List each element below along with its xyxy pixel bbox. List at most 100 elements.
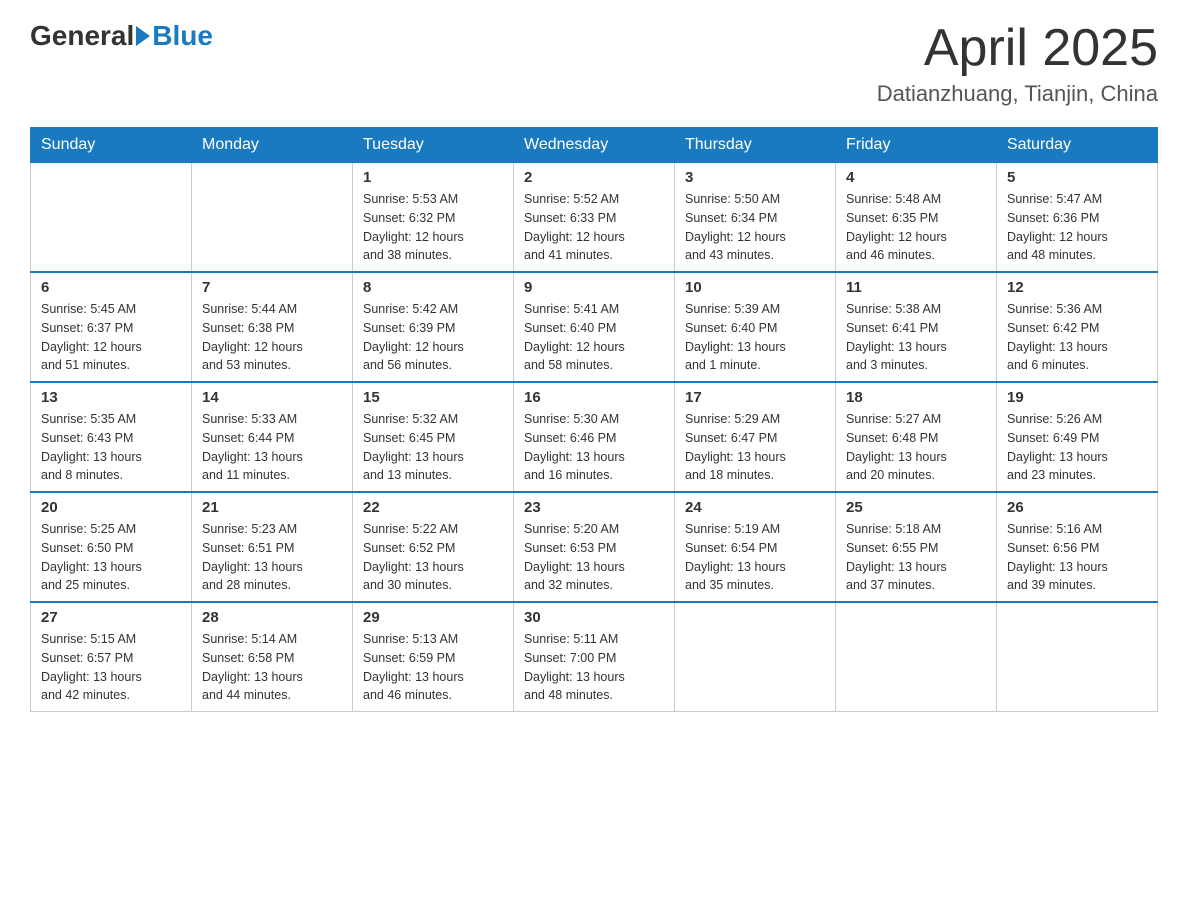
calendar-header-tuesday: Tuesday [353, 128, 514, 163]
day-number: 25 [846, 499, 986, 516]
calendar-week-row: 27Sunrise: 5:15 AMSunset: 6:57 PMDayligh… [31, 602, 1158, 712]
day-number: 30 [524, 609, 664, 626]
calendar-cell: 19 Sunrise: 5:26 AMSunset: 6:49 PMDayligh… [997, 382, 1158, 492]
calendar-cell: 9 Sunrise: 5:41 AMSunset: 6:40 PMDaylight… [514, 272, 675, 382]
day-info: Sunrise: 5:30 AMSunset: 6:46 PMDaylight:… [524, 410, 664, 485]
day-number: 21 [202, 499, 342, 516]
day-number: 5 [1007, 169, 1147, 186]
calendar-cell: 5Sunrise: 5:47 AMSunset: 6:36 PMDaylight… [997, 163, 1158, 273]
day-info: Sunrise: 5:35 AMSunset: 6:43 PMDaylight:… [41, 410, 181, 485]
day-info: Sunrise: 5:11 AMSunset: 7:00 PMDaylight:… [524, 630, 664, 705]
calendar-cell: 22 Sunrise: 5:22 AMSunset: 6:52 PMDayligh… [353, 492, 514, 602]
day-info: Sunrise: 5:36 AMSunset: 6:42 PMDaylight:… [1007, 300, 1147, 375]
day-number: 18 [846, 389, 986, 406]
calendar-cell: 18 Sunrise: 5:27 AMSunset: 6:48 PMDayligh… [836, 382, 997, 492]
logo-general-text: General [30, 20, 134, 52]
calendar-header-thursday: Thursday [675, 128, 836, 163]
day-info: Sunrise: 5:20 AMSunset: 6:53 PMDaylight:… [524, 520, 664, 595]
calendar-week-row: 6 Sunrise: 5:45 AMSunset: 6:37 PMDaylight… [31, 272, 1158, 382]
calendar-header-row: SundayMondayTuesdayWednesdayThursdayFrid… [31, 128, 1158, 163]
day-info: Sunrise: 5:48 AMSunset: 6:35 PMDaylight:… [846, 190, 986, 265]
day-number: 16 [524, 389, 664, 406]
logo-arrow-icon [136, 26, 150, 46]
day-info: Sunrise: 5:42 AMSunset: 6:39 PMDaylight:… [363, 300, 503, 375]
day-info: Sunrise: 5:16 AMSunset: 6:56 PMDaylight:… [1007, 520, 1147, 595]
calendar-cell: 13Sunrise: 5:35 AMSunset: 6:43 PMDayligh… [31, 382, 192, 492]
calendar-cell: 3 Sunrise: 5:50 AMSunset: 6:34 PMDaylight… [675, 163, 836, 273]
calendar-header-saturday: Saturday [997, 128, 1158, 163]
calendar-cell [675, 602, 836, 712]
calendar-cell: 20 Sunrise: 5:25 AMSunset: 6:50 PMDayligh… [31, 492, 192, 602]
day-number: 28 [202, 609, 342, 626]
day-number: 14 [202, 389, 342, 406]
calendar-cell: 14 Sunrise: 5:33 AMSunset: 6:44 PMDayligh… [192, 382, 353, 492]
calendar-cell: 4Sunrise: 5:48 AMSunset: 6:35 PMDaylight… [836, 163, 997, 273]
day-info: Sunrise: 5:26 AMSunset: 6:49 PMDaylight:… [1007, 410, 1147, 485]
day-info: Sunrise: 5:41 AMSunset: 6:40 PMDaylight:… [524, 300, 664, 375]
logo: General Blue [30, 20, 213, 52]
calendar-cell: 15 Sunrise: 5:32 AMSunset: 6:45 PMDayligh… [353, 382, 514, 492]
day-number: 7 [202, 279, 342, 296]
day-number: 12 [1007, 279, 1147, 296]
calendar-cell: 28 Sunrise: 5:14 AMSunset: 6:58 PMDayligh… [192, 602, 353, 712]
day-number: 6 [41, 279, 181, 296]
day-number: 10 [685, 279, 825, 296]
calendar-cell [192, 163, 353, 273]
day-number: 23 [524, 499, 664, 516]
month-title: April 2025 [877, 20, 1158, 77]
day-number: 8 [363, 279, 503, 296]
calendar-cell: 23 Sunrise: 5:20 AMSunset: 6:53 PMDayligh… [514, 492, 675, 602]
day-info: Sunrise: 5:50 AMSunset: 6:34 PMDaylight:… [685, 190, 825, 265]
day-number: 17 [685, 389, 825, 406]
calendar-cell: 25 Sunrise: 5:18 AMSunset: 6:55 PMDayligh… [836, 492, 997, 602]
day-number: 20 [41, 499, 181, 516]
calendar-cell: 2 Sunrise: 5:52 AMSunset: 6:33 PMDaylight… [514, 163, 675, 273]
day-info: Sunrise: 5:22 AMSunset: 6:52 PMDaylight:… [363, 520, 503, 595]
day-number: 2 [524, 169, 664, 186]
day-number: 19 [1007, 389, 1147, 406]
calendar-cell: 1Sunrise: 5:53 AMSunset: 6:32 PMDaylight… [353, 163, 514, 273]
calendar-cell: 16 Sunrise: 5:30 AMSunset: 6:46 PMDayligh… [514, 382, 675, 492]
day-info: Sunrise: 5:15 AMSunset: 6:57 PMDaylight:… [41, 630, 181, 705]
day-info: Sunrise: 5:13 AMSunset: 6:59 PMDaylight:… [363, 630, 503, 705]
calendar-cell [836, 602, 997, 712]
day-info: Sunrise: 5:18 AMSunset: 6:55 PMDaylight:… [846, 520, 986, 595]
day-info: Sunrise: 5:29 AMSunset: 6:47 PMDaylight:… [685, 410, 825, 485]
calendar-header-friday: Friday [836, 128, 997, 163]
day-number: 11 [846, 279, 986, 296]
day-info: Sunrise: 5:27 AMSunset: 6:48 PMDaylight:… [846, 410, 986, 485]
day-info: Sunrise: 5:52 AMSunset: 6:33 PMDaylight:… [524, 190, 664, 265]
calendar-cell [31, 163, 192, 273]
title-block: April 2025 Datianzhuang, Tianjin, China [877, 20, 1158, 107]
calendar-cell: 6 Sunrise: 5:45 AMSunset: 6:37 PMDaylight… [31, 272, 192, 382]
calendar-cell: 8 Sunrise: 5:42 AMSunset: 6:39 PMDaylight… [353, 272, 514, 382]
page-header: General Blue April 2025 Datianzhuang, Ti… [30, 20, 1158, 107]
day-info: Sunrise: 5:38 AMSunset: 6:41 PMDaylight:… [846, 300, 986, 375]
logo-blue-text: Blue [152, 20, 213, 52]
calendar-header-sunday: Sunday [31, 128, 192, 163]
day-number: 15 [363, 389, 503, 406]
calendar-cell: 29 Sunrise: 5:13 AMSunset: 6:59 PMDayligh… [353, 602, 514, 712]
calendar-cell [997, 602, 1158, 712]
day-info: Sunrise: 5:23 AMSunset: 6:51 PMDaylight:… [202, 520, 342, 595]
day-number: 22 [363, 499, 503, 516]
day-number: 24 [685, 499, 825, 516]
calendar-cell: 11 Sunrise: 5:38 AMSunset: 6:41 PMDayligh… [836, 272, 997, 382]
day-number: 29 [363, 609, 503, 626]
day-number: 3 [685, 169, 825, 186]
day-number: 26 [1007, 499, 1147, 516]
day-info: Sunrise: 5:53 AMSunset: 6:32 PMDaylight:… [363, 190, 503, 265]
calendar-cell: 27Sunrise: 5:15 AMSunset: 6:57 PMDayligh… [31, 602, 192, 712]
calendar-cell: 7Sunrise: 5:44 AMSunset: 6:38 PMDaylight… [192, 272, 353, 382]
day-number: 9 [524, 279, 664, 296]
calendar-week-row: 13Sunrise: 5:35 AMSunset: 6:43 PMDayligh… [31, 382, 1158, 492]
calendar-cell: 26 Sunrise: 5:16 AMSunset: 6:56 PMDayligh… [997, 492, 1158, 602]
day-info: Sunrise: 5:25 AMSunset: 6:50 PMDaylight:… [41, 520, 181, 595]
calendar-cell: 30 Sunrise: 5:11 AMSunset: 7:00 PMDayligh… [514, 602, 675, 712]
day-info: Sunrise: 5:39 AMSunset: 6:40 PMDaylight:… [685, 300, 825, 375]
calendar-cell: 10 Sunrise: 5:39 AMSunset: 6:40 PMDayligh… [675, 272, 836, 382]
day-info: Sunrise: 5:45 AMSunset: 6:37 PMDaylight:… [41, 300, 181, 375]
day-info: Sunrise: 5:32 AMSunset: 6:45 PMDaylight:… [363, 410, 503, 485]
day-info: Sunrise: 5:33 AMSunset: 6:44 PMDaylight:… [202, 410, 342, 485]
day-info: Sunrise: 5:14 AMSunset: 6:58 PMDaylight:… [202, 630, 342, 705]
